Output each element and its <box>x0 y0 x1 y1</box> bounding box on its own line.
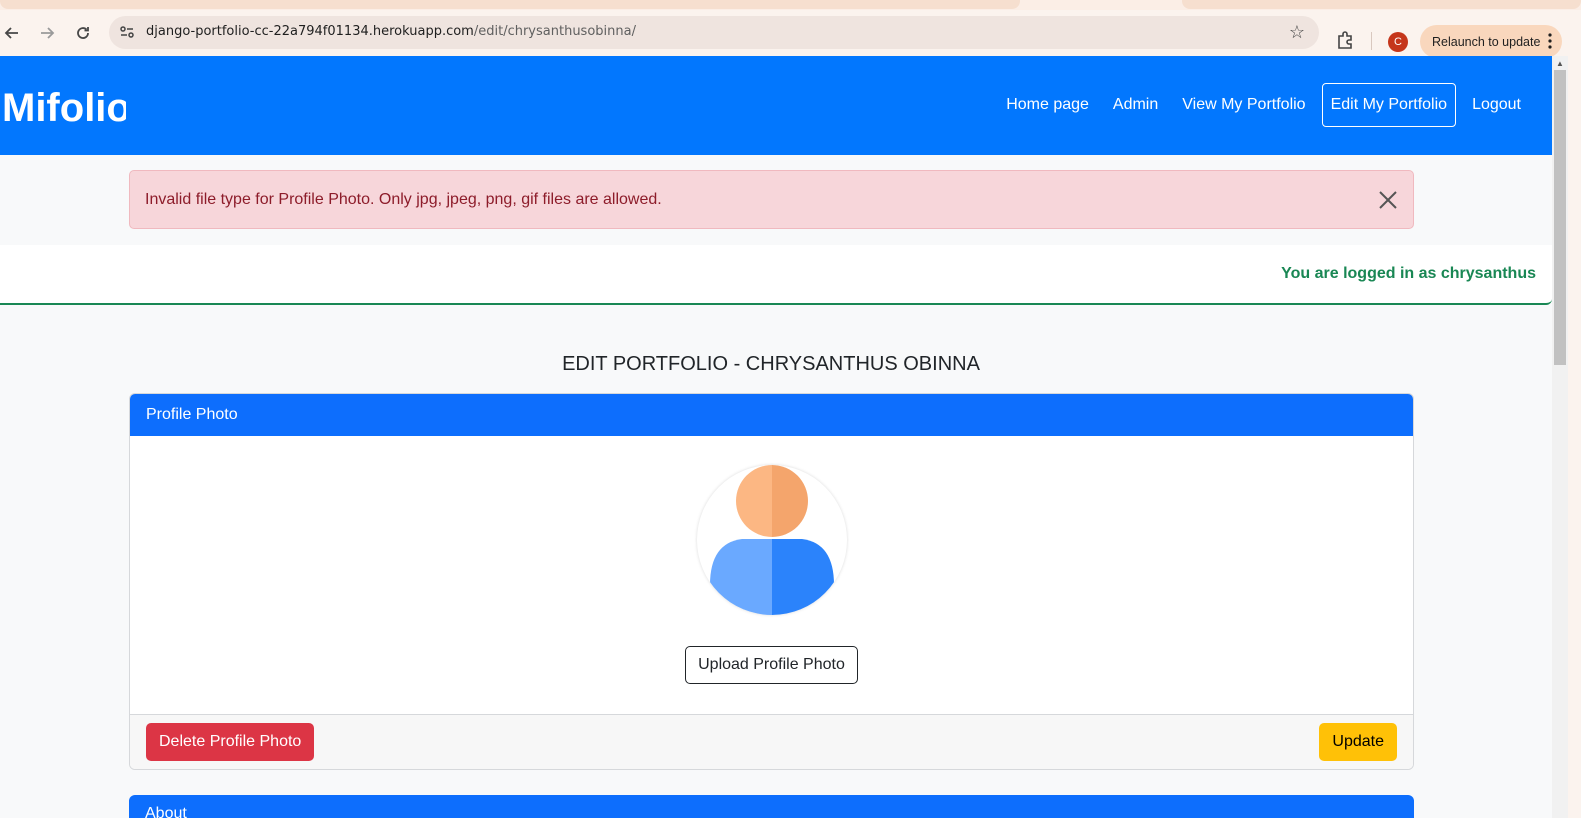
profile-photo-placeholder <box>697 465 847 615</box>
nav-edit-portfolio-link[interactable]: Edit My Portfolio <box>1321 83 1457 127</box>
nav-admin-link[interactable]: Admin <box>1105 84 1166 126</box>
error-alert: Invalid file type for Profile Photo. Onl… <box>129 170 1414 229</box>
nav-links: Home page Admin View My Portfolio Edit M… <box>990 83 1529 127</box>
card-header-title: Profile Photo <box>130 394 1413 436</box>
browser-toolbar: django-portfolio-cc-22a794f01134.herokua… <box>0 10 1581 58</box>
about-card-header: About <box>129 795 1414 818</box>
url-host: django-portfolio-cc-22a794f01134.herokua… <box>146 24 474 39</box>
relaunch-button[interactable]: Relaunch to update <box>1420 25 1562 58</box>
address-bar[interactable]: django-portfolio-cc-22a794f01134.herokua… <box>109 16 1319 49</box>
scroll-up-icon[interactable]: ▲ <box>1556 59 1564 68</box>
about-card-title: About <box>145 805 187 818</box>
browser-tab[interactable] <box>0 0 1020 9</box>
upload-profile-photo-button[interactable]: Upload Profile Photo <box>685 646 858 684</box>
back-icon[interactable] <box>0 21 24 45</box>
mifolio-logo[interactable]: Mifolio <box>2 81 126 131</box>
alert-message: Invalid file type for Profile Photo. Onl… <box>145 191 662 208</box>
page-scrollbar[interactable]: ▲ <box>1552 56 1568 818</box>
extensions-icon[interactable] <box>1335 30 1355 50</box>
more-menu-icon[interactable] <box>1548 33 1552 49</box>
delete-profile-photo-button[interactable]: Delete Profile Photo <box>146 723 315 761</box>
forward-icon[interactable] <box>35 21 59 45</box>
reload-icon[interactable] <box>71 21 95 45</box>
relaunch-label: Relaunch to update <box>1432 34 1541 49</box>
brand-text: Mifolio <box>2 86 126 130</box>
browser-tabstrip <box>0 0 1581 10</box>
profile-avatar[interactable]: C <box>1388 32 1408 52</box>
site-info-icon[interactable] <box>119 24 135 40</box>
site-navbar: Mifolio Home page Admin View My Portfoli… <box>0 56 1552 155</box>
nav-home-link[interactable]: Home page <box>998 84 1097 126</box>
nav-logout-link[interactable]: Logout <box>1464 84 1529 126</box>
url-path: /edit/chrysanthusobinna/ <box>473 24 636 39</box>
scrollbar-thumb[interactable] <box>1554 70 1566 365</box>
window-edge <box>1568 56 1581 818</box>
card-footer: Delete Profile Photo Update <box>130 714 1413 769</box>
update-button[interactable]: Update <box>1319 723 1397 761</box>
bookmark-star-icon[interactable]: ☆ <box>1289 22 1305 43</box>
login-status-bar: You are logged in as chrysanthus <box>0 245 1552 305</box>
login-status-text: You are logged in as chrysanthus <box>1281 265 1536 282</box>
url-text[interactable]: django-portfolio-cc-22a794f01134.herokua… <box>146 24 636 39</box>
browser-tab[interactable] <box>1182 0 1581 9</box>
user-avatar-icon <box>710 465 834 615</box>
profile-photo-card: Profile Photo Upload Profile Photo Delet… <box>129 393 1414 770</box>
toolbar-divider <box>1371 32 1372 50</box>
page-title: EDIT PORTFOLIO - CHRYSANTHUS OBINNA <box>562 353 980 375</box>
close-icon[interactable] <box>1377 189 1399 211</box>
nav-view-portfolio-link[interactable]: View My Portfolio <box>1174 84 1313 126</box>
